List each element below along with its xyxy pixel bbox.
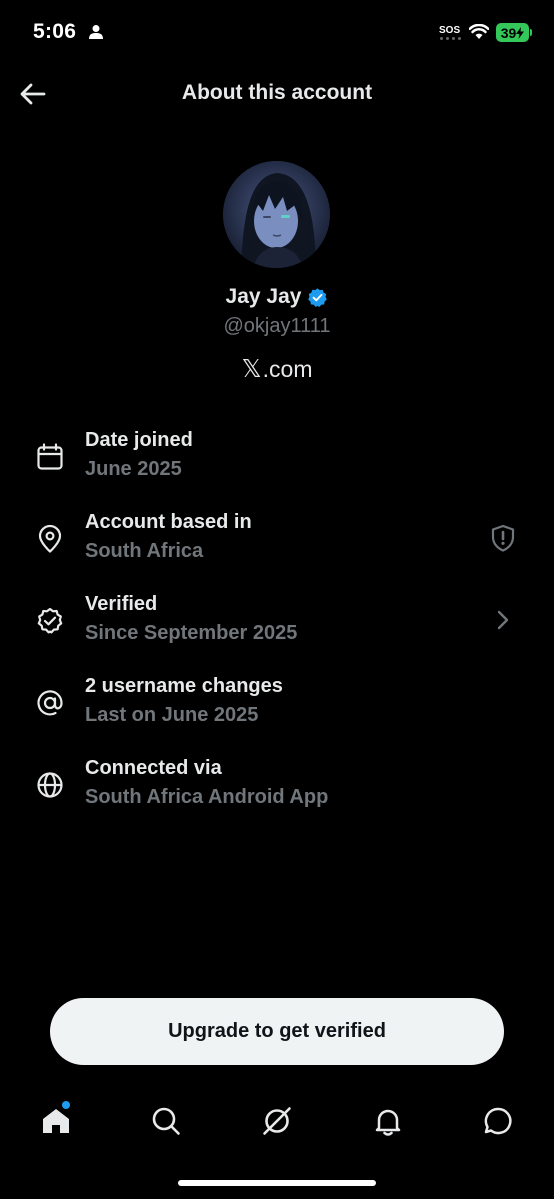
detail-subtitle: South Africa Android App [85,786,329,808]
calendar-icon [37,443,63,470]
profile-domain[interactable]: 𝕏 .com [0,354,554,384]
page-title: About this account [181,81,373,104]
detail-subtitle: Last on June 2025 [85,704,259,726]
at-sign-icon [37,690,63,716]
detail-title: Account based in [85,511,252,533]
detail-username-changes: 2 username changes Last on June 2025 [0,675,554,739]
nav-messages[interactable] [478,1101,518,1141]
battery-level: 39 [500,24,517,41]
profile-domain-text: .com [262,355,313,382]
home-indicator[interactable] [178,1180,376,1186]
messages-icon [484,1107,512,1135]
nav-search[interactable] [146,1101,186,1141]
detail-title: 2 username changes [85,675,283,697]
shield-alert-icon[interactable] [488,523,518,553]
detail-date-joined: Date joined June 2025 [0,429,554,493]
status-bar: 5:06 SOS 39 [0,0,554,64]
notifications-icon [375,1109,401,1136]
profile-name: Jay Jay [225,285,302,308]
verified-badge-icon [37,607,63,634]
nav-home[interactable] [36,1101,76,1141]
avatar[interactable] [223,161,330,268]
charging-bolt-icon [516,26,525,39]
home-icon [43,1109,69,1133]
status-time: 5:06 [33,20,77,43]
upgrade-to-verified-button[interactable]: Upgrade to get verified [50,998,504,1065]
sos-label: SOS [439,25,461,36]
detail-title: Date joined [85,429,193,451]
verified-badge-icon [308,287,328,307]
detail-subtitle: Since September 2025 [85,622,298,644]
location-pin-icon [38,524,62,553]
avatar-image [223,161,330,268]
person-icon [89,25,103,39]
profile-name-row: Jay Jay [0,285,554,309]
detail-subtitle: June 2025 [85,458,182,480]
wifi-icon [469,24,489,39]
battery-indicator: 39 [496,23,529,42]
detail-title: Connected via [85,757,222,779]
signal-dots [440,37,461,40]
screen: 5:06 SOS 39 About this account Jay Jay @… [0,0,554,1199]
detail-verified[interactable]: Verified Since September 2025 [0,593,554,657]
battery-nub [530,29,532,36]
chevron-right-icon[interactable] [488,605,518,635]
home-notification-dot [62,1101,70,1109]
detail-account-based-in[interactable]: Account based in South Africa [0,511,554,575]
search-icon [152,1107,180,1135]
detail-subtitle: South Africa [85,540,204,562]
profile-handle: @okjay1111 [223,315,331,337]
nav-grok[interactable] [257,1101,297,1141]
nav-notifications[interactable] [368,1101,408,1141]
detail-connected-via: Connected via South Africa Android App [0,757,554,821]
detail-title: Verified [85,593,158,615]
x-logo-icon: 𝕏 [241,355,262,383]
globe-icon [37,772,63,798]
grok-icon [263,1107,291,1135]
